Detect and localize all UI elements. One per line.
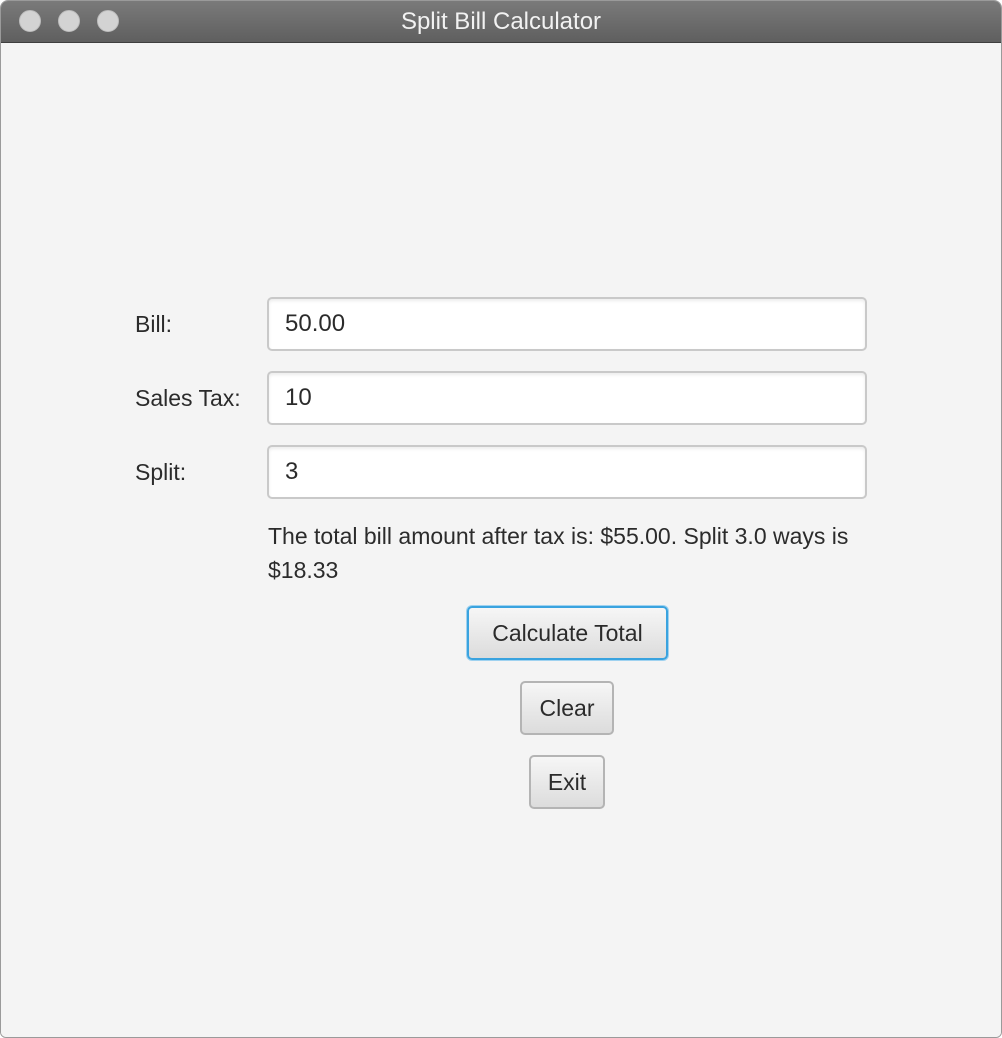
title-bar[interactable]: Split Bill Calculator	[1, 1, 1001, 43]
calculator-form: Bill: Sales Tax: Split: The total bill a…	[1, 43, 1001, 1037]
clear-button[interactable]: Clear	[520, 681, 614, 735]
sales-tax-input[interactable]	[269, 373, 865, 423]
sales-tax-field-container	[267, 371, 867, 425]
bill-field-container	[267, 297, 867, 351]
bill-input[interactable]	[269, 299, 865, 349]
exit-button[interactable]: Exit	[529, 755, 605, 809]
window-title: Split Bill Calculator	[400, 8, 602, 35]
result-text: The total bill amount after tax is: $55.…	[268, 523, 849, 583]
sales-tax-label: Sales Tax:	[135, 385, 241, 411]
split-label: Split:	[135, 459, 187, 485]
split-field-container	[267, 445, 867, 499]
split-input[interactable]	[269, 447, 865, 497]
calculate-total-button[interactable]: Calculate Total	[467, 606, 668, 660]
app-window: Split Bill Calculator Bill: Sales Tax: S…	[0, 0, 1002, 1038]
bill-label: Bill:	[135, 311, 173, 337]
